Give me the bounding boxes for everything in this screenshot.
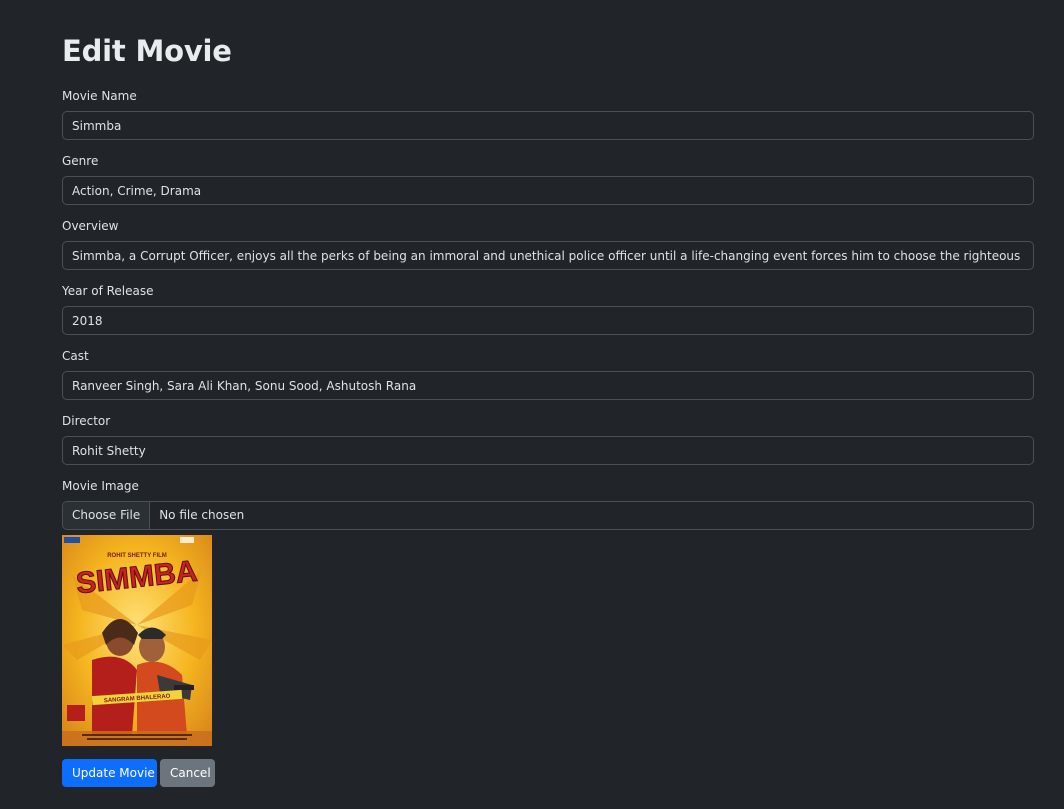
cast-group: Cast bbox=[62, 349, 1034, 400]
overview-input[interactable] bbox=[62, 241, 1034, 270]
year-label: Year of Release bbox=[62, 284, 154, 298]
director-label: Director bbox=[62, 414, 111, 428]
genre-group: Genre bbox=[62, 154, 1034, 205]
year-input[interactable] bbox=[62, 306, 1034, 335]
year-group: Year of Release bbox=[62, 284, 1034, 335]
genre-label: Genre bbox=[62, 154, 99, 168]
page-title: Edit Movie bbox=[62, 34, 232, 68]
movie-image-file-input[interactable]: Choose File No file chosen bbox=[62, 501, 1034, 530]
choose-file-button[interactable]: Choose File bbox=[63, 502, 151, 529]
update-movie-button[interactable]: Update Movie bbox=[62, 759, 157, 787]
overview-label: Overview bbox=[62, 219, 119, 233]
director-group: Director bbox=[62, 414, 1034, 465]
movie-image-group: Movie Image Choose File No file chosen bbox=[62, 479, 1034, 530]
genre-input[interactable] bbox=[62, 176, 1034, 205]
overview-group: Overview bbox=[62, 219, 1034, 270]
movie-poster-image: ROHIT SHETTY FILM SIMMBA SANGRAM BHALERA… bbox=[62, 535, 212, 746]
cancel-button[interactable]: Cancel bbox=[160, 759, 215, 787]
director-input[interactable] bbox=[62, 436, 1034, 465]
movie-name-label: Movie Name bbox=[62, 89, 137, 103]
movie-image-label: Movie Image bbox=[62, 479, 139, 493]
movie-name-group: Movie Name bbox=[62, 89, 1034, 140]
cast-label: Cast bbox=[62, 349, 89, 363]
cast-input[interactable] bbox=[62, 371, 1034, 400]
movie-name-input[interactable] bbox=[62, 111, 1034, 140]
form-actions: Update Movie Cancel bbox=[62, 759, 215, 787]
file-status-text: No file chosen bbox=[159, 508, 245, 522]
